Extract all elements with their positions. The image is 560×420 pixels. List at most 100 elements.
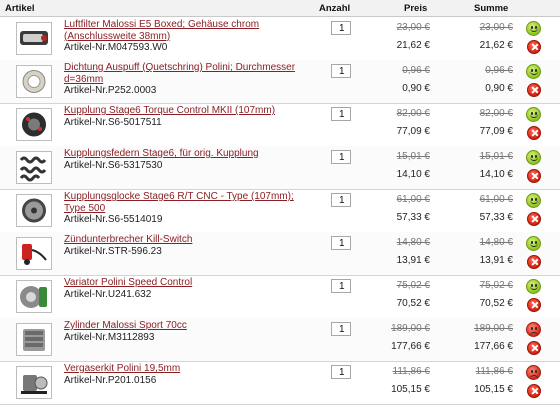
product-name-link[interactable]: Dichtung Auspuff (Quetschring) Polini; D…	[64, 62, 304, 85]
sum-new: 14,10 €	[479, 169, 513, 180]
sum-old: 189,00 €	[474, 323, 513, 334]
product-thumbnail[interactable]	[16, 194, 52, 227]
product-name-link[interactable]: Zündunterbrecher Kill-Switch	[64, 234, 304, 246]
remove-item-icon[interactable]	[527, 40, 541, 54]
remove-item-icon[interactable]	[527, 212, 541, 226]
sum-new: 13,91 €	[479, 255, 513, 266]
product-name-link[interactable]: Zylinder Malossi Sport 70cc	[64, 320, 304, 332]
product-name-link[interactable]: Luftfilter Malossi E5 Boxed; Gehäuse chr…	[64, 19, 304, 42]
quantity-input[interactable]	[331, 279, 351, 293]
product-name-link[interactable]: Kupplungsglocke Stage6 R/T CNC - Type (1…	[64, 191, 304, 214]
availability-smiley-icon	[526, 365, 541, 380]
cart-row: Luftfilter Malossi E5 Boxed; Gehäuse chr…	[0, 17, 560, 61]
remove-item-icon[interactable]	[527, 126, 541, 140]
unit-price-new: 13,91 €	[396, 255, 430, 266]
sum-old: 14,80 €	[479, 237, 513, 248]
quantity-input[interactable]	[331, 365, 351, 379]
cart-row: Dichtung Auspuff (Quetschring) Polini; D…	[0, 60, 560, 104]
product-thumbnail[interactable]	[16, 108, 52, 141]
product-thumbnail[interactable]	[16, 22, 52, 55]
product-thumbnail[interactable]	[16, 237, 52, 270]
product-image	[19, 156, 47, 182]
quantity-input[interactable]	[331, 64, 351, 78]
unit-price-old: 14,80 €	[396, 237, 430, 248]
column-header-summe: Summe	[474, 3, 509, 14]
availability-smiley-icon	[526, 322, 541, 337]
sum-new: 21,62 €	[479, 40, 513, 51]
unit-price-new: 105,15 €	[391, 384, 430, 395]
quantity-input[interactable]	[331, 322, 351, 336]
sum-old: 0,96 €	[485, 65, 513, 76]
column-header-preis: Preis	[404, 3, 428, 14]
remove-item-icon[interactable]	[527, 384, 541, 398]
product-thumbnail[interactable]	[16, 280, 52, 313]
product-image	[20, 31, 48, 45]
availability-smiley-icon	[526, 236, 541, 251]
cart-header: Artikel Anzahl Preis Summe	[0, 0, 560, 17]
quantity-input[interactable]	[331, 21, 351, 35]
product-thumbnail[interactable]	[16, 366, 52, 399]
unit-price-new: 57,33 €	[396, 212, 430, 223]
article-number: Artikel-Nr.S6-5017511	[64, 117, 162, 128]
sum-new: 177,66 €	[474, 341, 513, 352]
remove-item-icon[interactable]	[527, 255, 541, 269]
unit-price-old: 189,00 €	[391, 323, 430, 334]
product-image	[20, 286, 47, 308]
availability-smiley-icon	[526, 64, 541, 79]
sum-old: 111,86 €	[475, 366, 513, 377]
article-number: Artikel-Nr.P201.0156	[64, 375, 157, 386]
remove-item-icon[interactable]	[527, 83, 541, 97]
product-name-link[interactable]: Kupplungsfedern Stage6, für orig. Kupplu…	[64, 148, 304, 160]
quantity-input[interactable]	[331, 107, 351, 121]
product-image	[22, 244, 47, 265]
product-image	[22, 112, 46, 137]
availability-smiley-icon	[526, 279, 541, 294]
sum-old: 82,00 €	[479, 108, 513, 119]
product-image	[22, 198, 46, 223]
product-name-link[interactable]: Kupplung Stage6 Torque Control MKII (107…	[64, 105, 304, 117]
cart-row: Kupplungsfedern Stage6, für orig. Kupplu…	[0, 146, 560, 190]
cart-row: Kupplungsglocke Stage6 R/T CNC - Type (1…	[0, 189, 560, 233]
sum-new: 0,90 €	[485, 83, 513, 94]
column-header-anzahl: Anzahl	[319, 3, 351, 14]
product-image	[22, 70, 46, 93]
unit-price-old: 23,00 €	[396, 22, 430, 33]
availability-smiley-icon	[526, 150, 541, 165]
article-number: Artikel-Nr.STR-596.23	[64, 246, 162, 257]
quantity-input[interactable]	[331, 193, 351, 207]
article-number: Artikel-Nr.S6-5317530	[64, 160, 163, 171]
product-name-link[interactable]: Vergaserkit Polini 19,5mm	[64, 363, 304, 375]
cart-row: Zündunterbrecher Kill-Switch Artikel-Nr.…	[0, 232, 560, 276]
sum-old: 15,01 €	[479, 151, 513, 162]
availability-smiley-icon	[526, 193, 541, 208]
product-thumbnail[interactable]	[16, 323, 52, 356]
cart-row: Kupplung Stage6 Torque Control MKII (107…	[0, 103, 560, 147]
sum-old: 61,00 €	[479, 194, 513, 205]
remove-item-icon[interactable]	[527, 169, 541, 183]
product-image	[21, 375, 48, 394]
sum-old: 23,00 €	[479, 22, 513, 33]
unit-price-old: 15,01 €	[396, 151, 430, 162]
sum-old: 75,02 €	[479, 280, 513, 291]
product-thumbnail[interactable]	[16, 151, 52, 184]
sum-new: 57,33 €	[479, 212, 513, 223]
unit-price-old: 61,00 €	[396, 194, 430, 205]
quantity-input[interactable]	[331, 150, 351, 164]
article-number: Artikel-Nr.S6-5514019	[64, 214, 163, 225]
sum-new: 70,52 €	[479, 298, 513, 309]
remove-item-icon[interactable]	[527, 341, 541, 355]
unit-price-old: 111,86 €	[392, 366, 430, 377]
article-number: Artikel-Nr.P252.0003	[64, 85, 157, 96]
unit-price-new: 177,66 €	[391, 341, 430, 352]
unit-price-new: 0,90 €	[402, 83, 430, 94]
sum-new: 77,09 €	[479, 126, 513, 137]
unit-price-old: 0,96 €	[402, 65, 430, 76]
product-image	[23, 329, 45, 351]
availability-smiley-icon	[526, 107, 541, 122]
product-name-link[interactable]: Variator Polini Speed Control	[64, 277, 304, 289]
remove-item-icon[interactable]	[527, 298, 541, 312]
unit-price-new: 70,52 €	[396, 298, 430, 309]
product-thumbnail[interactable]	[16, 65, 52, 98]
unit-price-old: 75,02 €	[396, 280, 430, 291]
quantity-input[interactable]	[331, 236, 351, 250]
